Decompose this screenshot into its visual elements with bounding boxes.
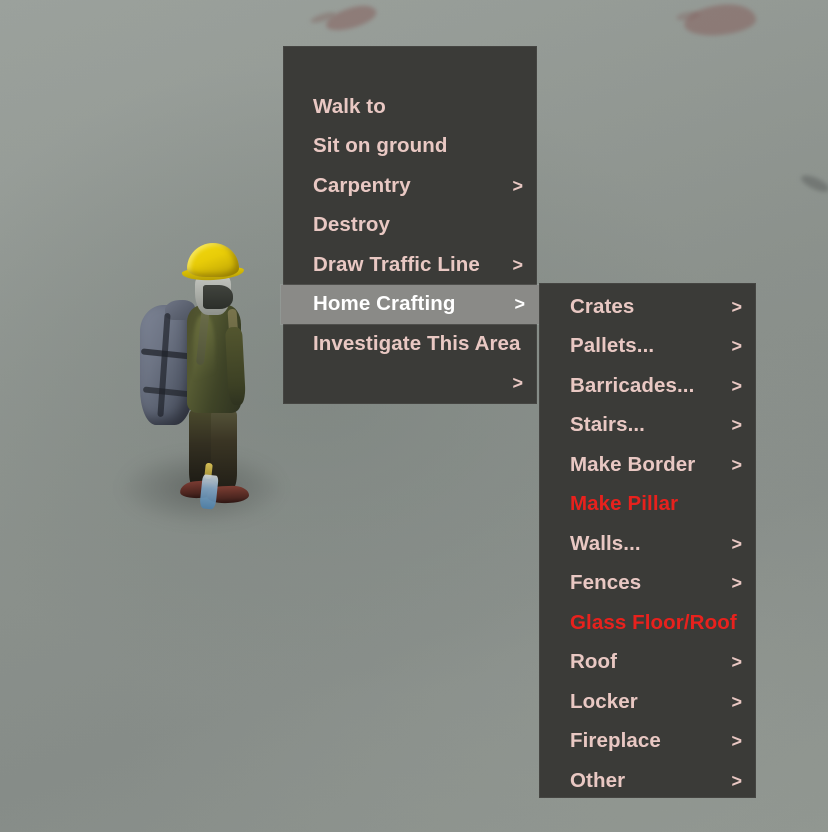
menu-item-label: Make Border bbox=[570, 452, 696, 476]
submenu-item-make-pillar[interactable]: Make Pillar bbox=[539, 485, 756, 525]
menu-item-label: Carpentry bbox=[313, 173, 411, 197]
menu-item-label: Crates bbox=[570, 294, 635, 318]
menu-item-walk-to[interactable]: Walk to bbox=[283, 87, 537, 127]
menu-item-label: Barricades... bbox=[570, 373, 695, 397]
chevron-right-icon: > bbox=[512, 254, 523, 275]
submenu-item-locker[interactable]: Locker > bbox=[539, 682, 756, 722]
menu-item-carpentry[interactable]: Carpentry > bbox=[283, 166, 537, 206]
chevron-right-icon: > bbox=[731, 652, 742, 673]
menu-item-label: Roof bbox=[570, 650, 618, 673]
face-mask bbox=[203, 285, 233, 309]
menu-item-destroy[interactable]: Destroy bbox=[283, 206, 537, 246]
submenu-item-glass-floor-roof[interactable]: Glass Floor/Roof bbox=[539, 603, 756, 643]
chevron-right-icon: > bbox=[731, 415, 742, 436]
menu-item-label: Sit on ground bbox=[313, 134, 448, 157]
player-character[interactable] bbox=[135, 243, 265, 511]
menu-item-label: Walk to bbox=[313, 94, 386, 118]
menu-item-label: Home Crafting bbox=[313, 292, 456, 315]
chevron-right-icon: > bbox=[512, 175, 523, 196]
menu-item-label: Draw Traffic Line bbox=[313, 252, 480, 276]
menu-item-label: Make Pillar bbox=[570, 492, 679, 515]
chevron-right-icon: > bbox=[731, 336, 742, 357]
chevron-right-icon: > bbox=[731, 573, 742, 594]
chevron-right-icon: > bbox=[731, 296, 742, 317]
menu-item-label: Other bbox=[570, 768, 626, 792]
menu-item-unlabeled[interactable]: > bbox=[283, 364, 537, 404]
chevron-right-icon: > bbox=[731, 691, 742, 712]
menu-item-label: Destroy bbox=[313, 213, 391, 236]
submenu-item-fences[interactable]: Fences > bbox=[539, 564, 756, 604]
submenu-item-stairs[interactable]: Stairs... > bbox=[539, 406, 756, 446]
submenu-item-roof[interactable]: Roof > bbox=[539, 643, 756, 683]
menu-item-label: Investigate This Area bbox=[313, 331, 521, 355]
menu-item-label: Walls... bbox=[570, 531, 641, 555]
menu-item-label: Fireplace bbox=[570, 729, 661, 752]
menu-item-label: Fences bbox=[570, 571, 642, 594]
submenu-item-pallets[interactable]: Pallets... > bbox=[539, 327, 756, 367]
menu-item-label: Stairs... bbox=[570, 413, 645, 436]
menu-item-label: Pallets... bbox=[570, 334, 655, 357]
menu-top-padding bbox=[283, 46, 537, 87]
chevron-right-icon: > bbox=[731, 375, 742, 396]
submenu-item-walls[interactable]: Walls... > bbox=[539, 524, 756, 564]
context-menu[interactable]: Walk to Sit on ground Carpentry > Destro… bbox=[281, 46, 539, 404]
menu-item-label: Locker bbox=[570, 689, 638, 713]
submenu-item-crates[interactable]: Crates > bbox=[539, 287, 756, 327]
chevron-right-icon: > bbox=[731, 533, 742, 554]
chevron-right-icon: > bbox=[512, 373, 523, 394]
submenu-item-other[interactable]: Other > bbox=[539, 761, 756, 801]
menu-item-label: Glass Floor/Roof bbox=[570, 610, 737, 634]
hard-hat-icon bbox=[187, 243, 239, 277]
submenu-item-barricades[interactable]: Barricades... > bbox=[539, 366, 756, 406]
game-viewport: Walk to Sit on ground Carpentry > Destro… bbox=[0, 0, 828, 832]
arm-right bbox=[224, 326, 247, 406]
submenu-item-make-border[interactable]: Make Border > bbox=[539, 445, 756, 485]
chevron-right-icon: > bbox=[514, 294, 525, 315]
chevron-right-icon: > bbox=[731, 770, 742, 791]
home-crafting-submenu[interactable]: Crates > Pallets... > Barricades... > St… bbox=[539, 283, 756, 798]
menu-item-home-crafting[interactable]: Home Crafting > bbox=[281, 284, 539, 324]
menu-item-investigate-this-area[interactable]: Investigate This Area bbox=[283, 324, 537, 364]
submenu-item-fireplace[interactable]: Fireplace > bbox=[539, 722, 756, 762]
menu-item-draw-traffic-line[interactable]: Draw Traffic Line > bbox=[283, 245, 537, 285]
chevron-right-icon: > bbox=[731, 454, 742, 475]
chevron-right-icon: > bbox=[731, 731, 742, 752]
held-item bbox=[199, 474, 219, 510]
menu-item-sit-on-ground[interactable]: Sit on ground bbox=[283, 127, 537, 167]
